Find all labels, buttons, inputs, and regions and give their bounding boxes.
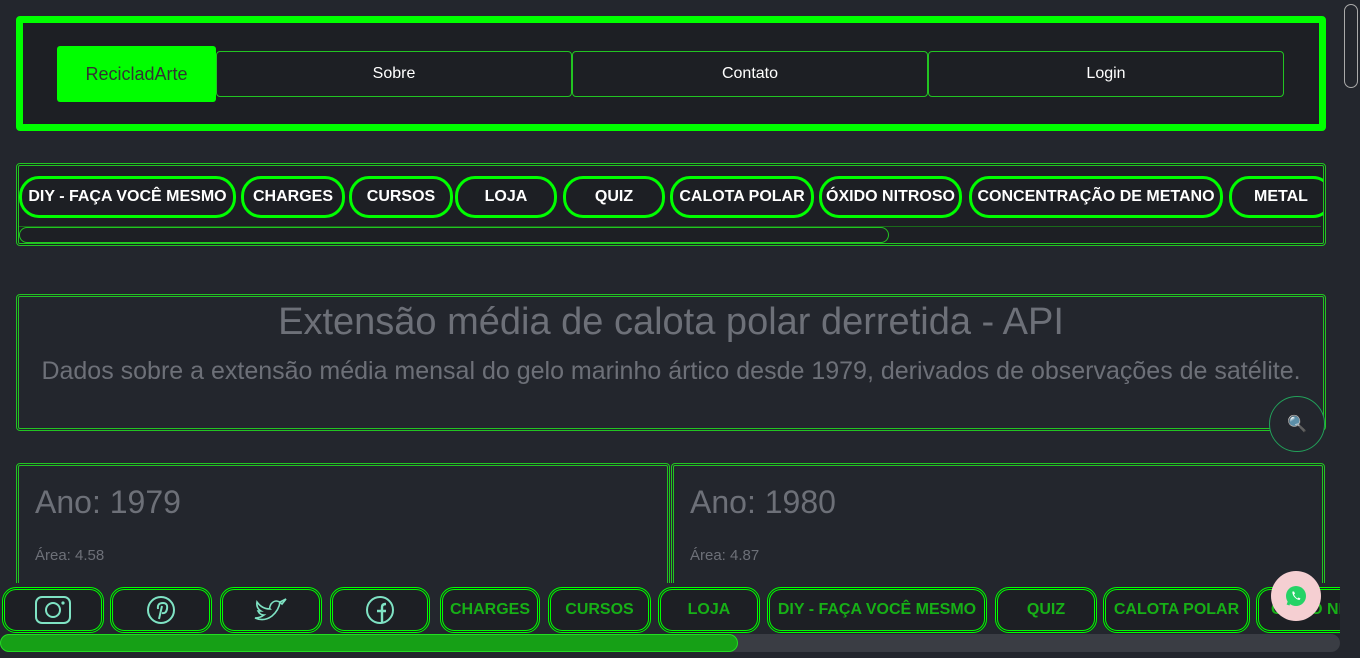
- instagram-icon: [35, 596, 71, 624]
- page-scrollbar-thumb[interactable]: [1344, 4, 1358, 88]
- year-card-area: Área: 4.87: [690, 547, 760, 564]
- pinterest-icon: [147, 596, 175, 624]
- page-subtitle: Dados sobre a extensão média mensal do g…: [41, 357, 1301, 385]
- pinterest-button[interactable]: [110, 587, 212, 633]
- site-header: RecicladArte Sobre Contato Login: [16, 16, 1326, 131]
- year-card-title: Ano: 1979: [35, 484, 181, 520]
- category-scrollbar-thumb[interactable]: [19, 227, 889, 243]
- instagram-button[interactable]: [2, 587, 104, 633]
- category-concentracao-metano[interactable]: CONCENTRAÇÃO DE METANO: [969, 176, 1223, 218]
- bottom-nav-bar: CHARGES CURSOS LOJA DIY - FAÇA VOCÊ MESM…: [0, 583, 1340, 658]
- category-metal[interactable]: METAL: [1229, 176, 1323, 218]
- category-quiz[interactable]: QUIZ: [563, 176, 665, 218]
- category-oxido-nitroso[interactable]: ÓXIDO NITROSO: [819, 176, 962, 218]
- whatsapp-button[interactable]: [1271, 571, 1321, 621]
- category-calota-polar[interactable]: CALOTA POLAR: [670, 176, 814, 218]
- search-button[interactable]: 🔍: [1269, 396, 1325, 452]
- bottom-link-loja[interactable]: LOJA: [658, 587, 760, 633]
- category-strip: DIY - FAÇA VOCÊ MESMO CHARGES CURSOS LOJ…: [16, 163, 1326, 246]
- bottom-link-calota-polar[interactable]: CALOTA POLAR: [1103, 587, 1250, 633]
- category-cursos[interactable]: CURSOS: [349, 176, 453, 218]
- nav-sobre-button[interactable]: Sobre: [216, 51, 572, 97]
- year-card-title: Ano: 1980: [690, 484, 836, 520]
- bottom-link-quiz[interactable]: QUIZ: [995, 587, 1097, 633]
- page-scrollbar[interactable]: [1340, 0, 1360, 658]
- whatsapp-icon: [1286, 586, 1306, 606]
- category-charges[interactable]: CHARGES: [241, 176, 345, 218]
- brand-logo-button[interactable]: RecicladArte: [57, 46, 216, 102]
- category-loja[interactable]: LOJA: [455, 176, 557, 218]
- bottom-link-charges[interactable]: CHARGES: [440, 587, 540, 633]
- bottom-link-diy[interactable]: DIY - FAÇA VOCÊ MESMO: [767, 587, 987, 633]
- api-header-section: Extensão média de calota polar derretida…: [16, 294, 1326, 431]
- nav-login-button[interactable]: Login: [928, 51, 1284, 97]
- bottom-link-cursos[interactable]: CURSOS: [548, 587, 651, 633]
- category-diy[interactable]: DIY - FAÇA VOCÊ MESMO: [19, 176, 236, 218]
- nav-contato-button[interactable]: Contato: [572, 51, 928, 97]
- search-icon: 🔍: [1287, 416, 1307, 433]
- facebook-icon: [366, 596, 394, 624]
- facebook-button[interactable]: [330, 587, 430, 633]
- twitter-icon: [254, 598, 287, 621]
- page-title: Extensão média de calota polar derretida…: [278, 301, 1064, 343]
- twitter-button[interactable]: [220, 587, 322, 633]
- bottom-scrollbar-thumb[interactable]: [0, 634, 738, 652]
- year-card-area: Área: 4.58: [35, 547, 105, 564]
